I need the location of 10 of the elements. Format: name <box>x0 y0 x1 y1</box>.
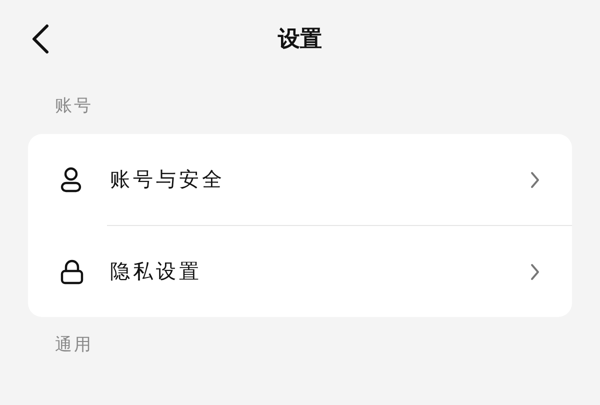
person-icon <box>60 166 82 192</box>
section-label: 通用 <box>54 334 94 357</box>
lock-icon <box>60 258 84 284</box>
chevron-icon <box>530 170 540 188</box>
settings-item[interactable]: 账号与安全 <box>28 134 572 225</box>
back-icon[interactable] <box>30 24 50 54</box>
page-title: 设置 <box>278 26 322 54</box>
section-label: 账号 <box>54 95 94 118</box>
settings-item[interactable]: 隐私设置 <box>107 225 572 317</box>
chevron-icon <box>530 262 540 280</box>
